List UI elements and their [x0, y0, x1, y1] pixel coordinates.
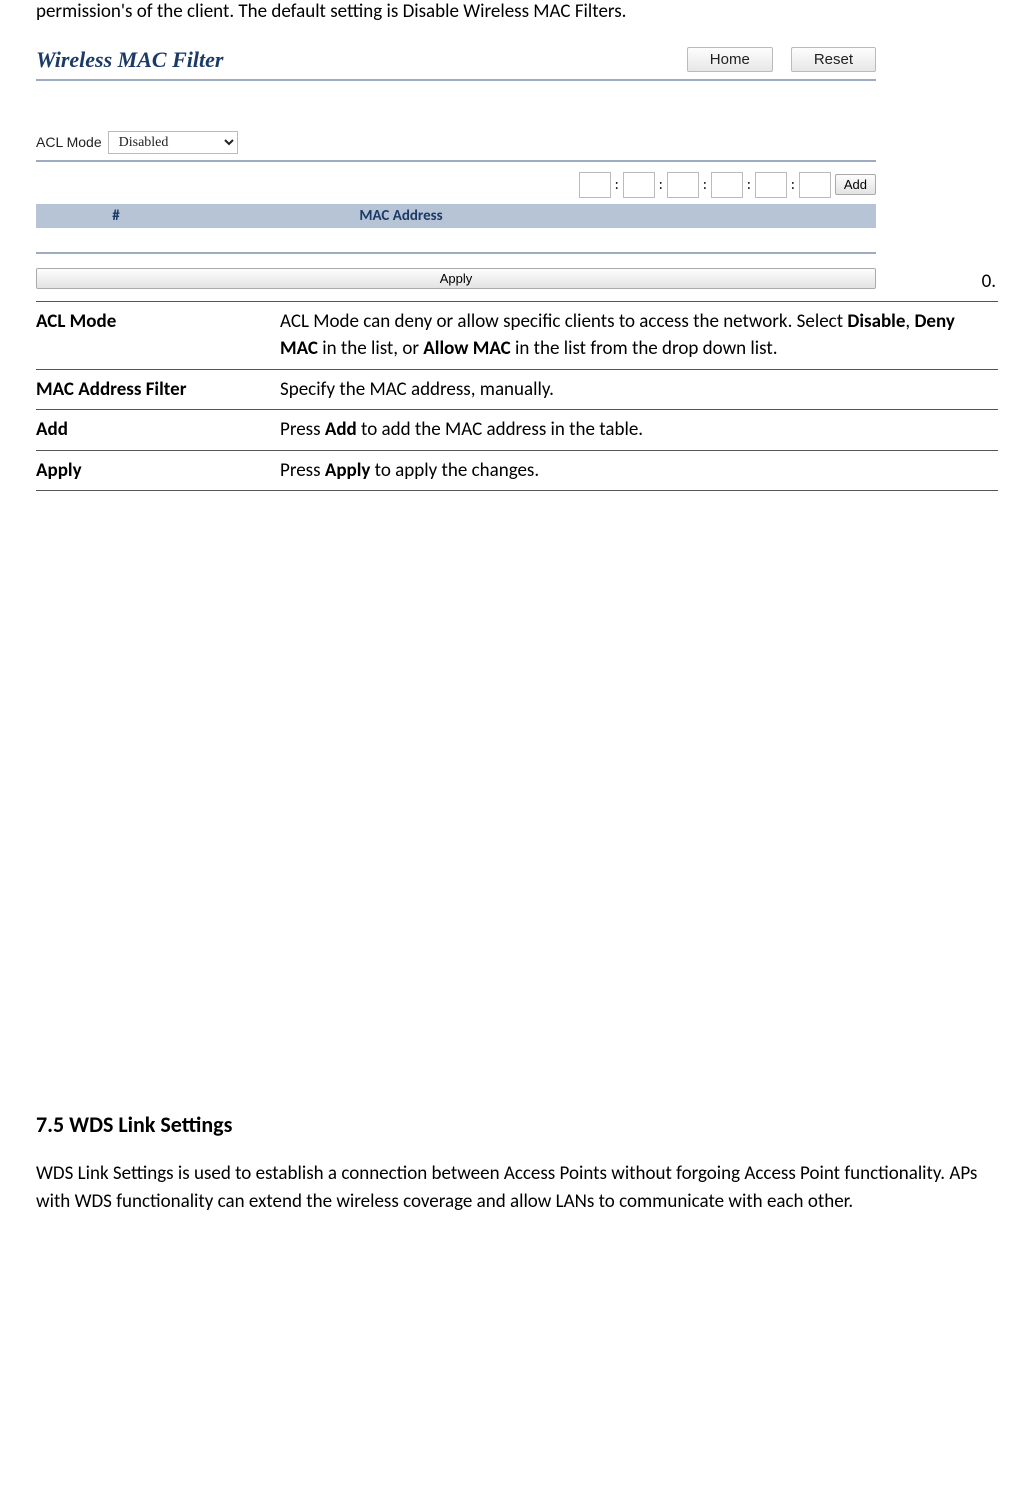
col-number-header: #: [36, 207, 196, 225]
panel-title: Wireless MAC Filter: [36, 47, 223, 73]
mac-octet-4[interactable]: [711, 172, 743, 198]
table-row: MAC Address FilterSpecify the MAC addres…: [36, 369, 998, 410]
row-value: Specify the MAC address, manually.: [280, 369, 998, 410]
mac-table-header: # MAC Address: [36, 204, 876, 228]
reset-button[interactable]: Reset: [791, 47, 876, 72]
row-value: Press Apply to apply the changes.: [280, 450, 998, 491]
mac-octet-1[interactable]: [579, 172, 611, 198]
row-key: ACL Mode: [36, 301, 280, 369]
section-heading: 7.5 WDS Link Settings: [36, 1111, 998, 1138]
acl-mode-select[interactable]: Disabled: [108, 131, 238, 154]
apply-button[interactable]: Apply: [36, 268, 876, 289]
mac-octet-2[interactable]: [623, 172, 655, 198]
row-value: Press Add to add the MAC address in the …: [280, 410, 998, 451]
intro-text: permission's of the client. The default …: [36, 0, 998, 25]
row-key: Apply: [36, 450, 280, 491]
screenshot-block: Wireless MAC Filter Home Reset ACL Mode …: [36, 47, 998, 289]
table-row: AddPress Add to add the MAC address in t…: [36, 410, 998, 451]
add-button[interactable]: Add: [835, 174, 876, 195]
table-row: ApplyPress Apply to apply the changes.: [36, 450, 998, 491]
section-body: WDS Link Settings is used to establish a…: [36, 1160, 998, 1215]
mac-colon: :: [703, 176, 707, 194]
col-mac-header: MAC Address: [196, 207, 606, 225]
description-table: ACL ModeACL Mode can deny or allow speci…: [36, 301, 998, 492]
home-button[interactable]: Home: [687, 47, 773, 72]
trailing-marker: 0.: [982, 270, 996, 293]
mac-octet-5[interactable]: [755, 172, 787, 198]
acl-mode-label: ACL Mode: [36, 134, 102, 150]
mac-octet-6[interactable]: [799, 172, 831, 198]
divider: [36, 252, 876, 254]
table-row: ACL ModeACL Mode can deny or allow speci…: [36, 301, 998, 369]
mac-colon: :: [747, 176, 751, 194]
mac-address-input-row: : : : : : Add: [36, 162, 876, 204]
row-key: MAC Address Filter: [36, 369, 280, 410]
row-key: Add: [36, 410, 280, 451]
mac-colon: :: [791, 176, 795, 194]
row-value: ACL Mode can deny or allow specific clie…: [280, 301, 998, 369]
mac-colon: :: [615, 176, 619, 194]
mac-colon: :: [659, 176, 663, 194]
mac-octet-3[interactable]: [667, 172, 699, 198]
